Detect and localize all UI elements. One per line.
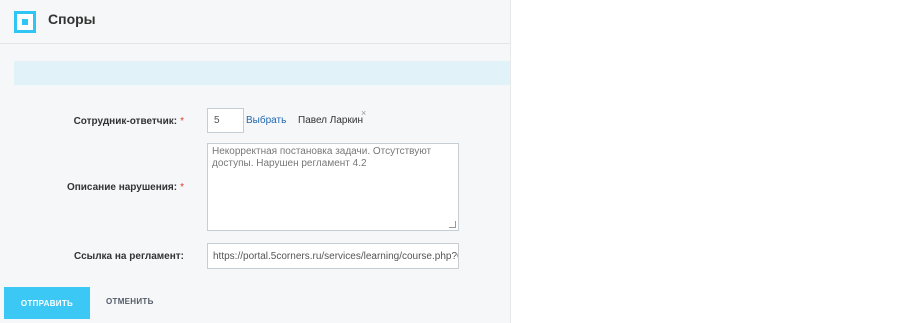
employee-label-text: Сотрудник-ответчик: <box>73 116 178 127</box>
submit-button[interactable]: ОТПРАВИТЬ <box>4 287 90 319</box>
remove-person-icon[interactable]: × <box>361 108 366 118</box>
regulation-label: Ссылка на регламент: <box>74 251 184 262</box>
employee-label: Сотрудник-ответчик: * <box>74 116 184 127</box>
violation-label: Описание нарушения: * <box>67 182 184 193</box>
form-panel: Споры Сотрудник-ответчик: * 5 Выбрать Пав… <box>0 0 511 323</box>
required-mark: * <box>180 116 184 127</box>
violation-label-text: Описание нарушения: <box>66 182 178 193</box>
violation-textarea[interactable]: Некорректная постановка задачи. Отсутств… <box>207 143 459 231</box>
info-bar <box>14 61 510 85</box>
resize-handle-icon[interactable] <box>449 221 456 228</box>
page-title: Споры <box>48 11 96 27</box>
page-header: Споры <box>0 0 510 44</box>
selected-person: Павел Ларкин <box>298 115 363 126</box>
choose-employee-link[interactable]: Выбрать <box>246 115 286 126</box>
required-mark: * <box>180 182 184 193</box>
employee-id-input[interactable]: 5 <box>207 108 244 133</box>
violation-text: Некорректная постановка задачи. Отсутств… <box>212 146 432 169</box>
cancel-button[interactable]: ОТМЕНИТЬ <box>106 297 154 306</box>
square-logo-icon <box>14 11 36 33</box>
regulation-link-input[interactable]: https://portal.5corners.ru/services/lear… <box>207 243 459 269</box>
